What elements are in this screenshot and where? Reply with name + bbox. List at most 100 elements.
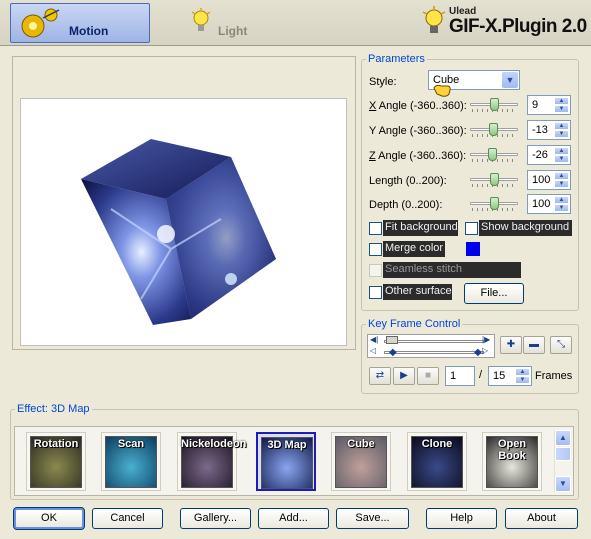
swap-icon: ⤡ [557, 339, 565, 350]
y-angle-label: Y Angle (-360..360): [369, 125, 467, 137]
loop-button[interactable]: ⇄ [369, 367, 391, 385]
length-label: Length (0..200): [369, 175, 447, 187]
play-button[interactable]: ▶ [393, 367, 415, 385]
other-surface-checkbox[interactable] [369, 286, 382, 299]
add-keyframe-button[interactable]: ✚ [500, 336, 522, 354]
effect-label: Nickelodeon [181, 438, 247, 450]
preview-canvas [20, 98, 347, 346]
gallery-button[interactable]: Gallery... [180, 508, 251, 529]
current-frame-field[interactable]: 1 [445, 366, 475, 386]
x-angle-slider[interactable] [470, 97, 518, 113]
slider-thumb[interactable] [489, 123, 498, 136]
brand-lightbulb-icon [422, 6, 446, 33]
total-frames-field[interactable]: 15 ▲ ▼ [488, 366, 532, 386]
seamless-stitch-label: Seamless stitch [383, 262, 521, 278]
length-slider[interactable] [470, 172, 518, 188]
loop-icon: ⇄ [375, 370, 385, 381]
effect-label: Rotation [33, 438, 79, 450]
stop-button[interactable]: ■ [417, 367, 439, 385]
brand-logo: Ulead GIF-X.Plugin 2.0 [403, 2, 587, 44]
frame-separator: / [479, 369, 483, 381]
spin-up-icon: ▲ [554, 122, 569, 130]
slider-thumb[interactable] [490, 173, 499, 186]
effect-scan[interactable]: Scan [101, 432, 161, 491]
keyframe-diamond-icon[interactable]: ◆ [389, 347, 397, 358]
spin-down-icon: ▼ [554, 130, 569, 138]
y-angle-slider[interactable] [470, 122, 518, 138]
spin-up-icon: ▲ [554, 196, 569, 204]
tab-light[interactable]: Light [186, 3, 276, 43]
about-button[interactable]: About [505, 508, 578, 529]
play-icon: ▶ [400, 370, 408, 381]
effect-label: 3D Map [267, 439, 307, 451]
timeline-start-top-icon[interactable]: ◀| [370, 335, 378, 344]
brand-title: GIF-X.Plugin 2.0 [449, 16, 587, 37]
spin-down-icon: ▼ [554, 204, 569, 212]
effect-label: Clone [421, 438, 453, 450]
effect-nickelodeon[interactable]: Nickelodeon [177, 432, 247, 491]
spin-down-icon: ▼ [515, 376, 530, 384]
effects-legend: Effect: 3D Map [17, 403, 90, 415]
scroll-thumb[interactable] [555, 447, 571, 461]
effect-open-book[interactable]: Open Book [482, 432, 542, 491]
stop-icon: ■ [424, 370, 432, 381]
spin-up-icon: ▲ [554, 97, 569, 105]
tab-motion[interactable]: Motion [10, 3, 150, 43]
reverse-keyframes-button[interactable]: ⤡ [550, 336, 572, 354]
timeline-handle-top[interactable] [386, 336, 398, 344]
x-angle-field[interactable]: 9 ▲ ▼ [527, 95, 571, 115]
spin-up-icon: ▲ [554, 172, 569, 180]
z-angle-slider[interactable] [470, 147, 518, 163]
lightbulb-icon [191, 8, 211, 31]
effect-rotation[interactable]: Rotation [26, 432, 86, 491]
spin-up-icon: ▲ [554, 147, 569, 155]
cube-preview-image [81, 139, 276, 325]
effect-label: Cube [347, 438, 375, 450]
merge-color-checkbox[interactable] [369, 243, 382, 256]
fit-background-checkbox[interactable] [369, 222, 382, 235]
merge-color-label: Merge color [383, 241, 445, 257]
slider-thumb[interactable] [490, 98, 499, 111]
scroll-up-icon[interactable]: ▲ [555, 430, 571, 446]
ok-button[interactable]: OK [13, 507, 85, 530]
depth-label: Depth (0..200): [369, 199, 443, 211]
help-button[interactable]: Help [426, 508, 497, 529]
effect-label: Open Book [497, 438, 527, 462]
depth-field[interactable]: 100 ▲ ▼ [527, 194, 571, 214]
effect-clone[interactable]: Clone [407, 432, 467, 491]
spin-down-icon: ▼ [554, 155, 569, 163]
scroll-down-icon[interactable]: ▼ [555, 476, 571, 492]
z-angle-field[interactable]: -26 ▲ ▼ [527, 145, 571, 165]
merge-color-swatch[interactable] [466, 242, 480, 256]
x-angle-label: X Angle (-360..360): [369, 100, 467, 112]
show-background-checkbox[interactable] [465, 222, 478, 235]
depth-slider[interactable] [470, 196, 518, 212]
effects-scrollbar[interactable]: ▲ ▼ [554, 430, 571, 492]
file-button[interactable]: File... [464, 283, 524, 304]
plus-icon: ✚ [506, 339, 516, 350]
chevron-down-icon[interactable]: ▼ [502, 72, 518, 88]
show-background-label: Show background [479, 220, 572, 236]
effect-cube[interactable]: Cube [331, 432, 391, 491]
parameters-legend: Parameters [368, 53, 425, 65]
tab-light-label: Light [218, 24, 248, 38]
slider-thumb[interactable] [488, 148, 497, 161]
timeline-slider-bottom[interactable] [384, 346, 484, 360]
seamless-stitch-checkbox[interactable] [369, 264, 382, 277]
spin-down-icon: ▼ [554, 105, 569, 113]
save-button[interactable]: Save... [336, 508, 409, 529]
keyframe-timeline[interactable]: ◀| ◁ ◆ ◆ |▶ ▷ [367, 334, 495, 358]
timeline-end-bottom-icon[interactable]: ▷ [482, 346, 488, 355]
remove-keyframe-button[interactable]: ▬ [523, 336, 545, 354]
y-angle-field[interactable]: -13 ▲ ▼ [527, 120, 571, 140]
keyframe-end-diamond-icon[interactable]: ◆ [474, 347, 482, 358]
timeline-start-bottom-icon[interactable]: ◁ [370, 346, 376, 355]
length-field[interactable]: 100 ▲ ▼ [527, 170, 571, 190]
hand-pointer-icon [433, 84, 451, 97]
effect-3d-map[interactable]: 3D Map [256, 432, 316, 491]
cancel-button[interactable]: Cancel [92, 508, 163, 529]
add-button[interactable]: Add... [258, 508, 329, 529]
slider-thumb[interactable] [490, 197, 499, 210]
z-angle-label: Z Angle (-360..360): [369, 150, 467, 162]
timeline-end-top-icon[interactable]: |▶ [482, 335, 490, 344]
